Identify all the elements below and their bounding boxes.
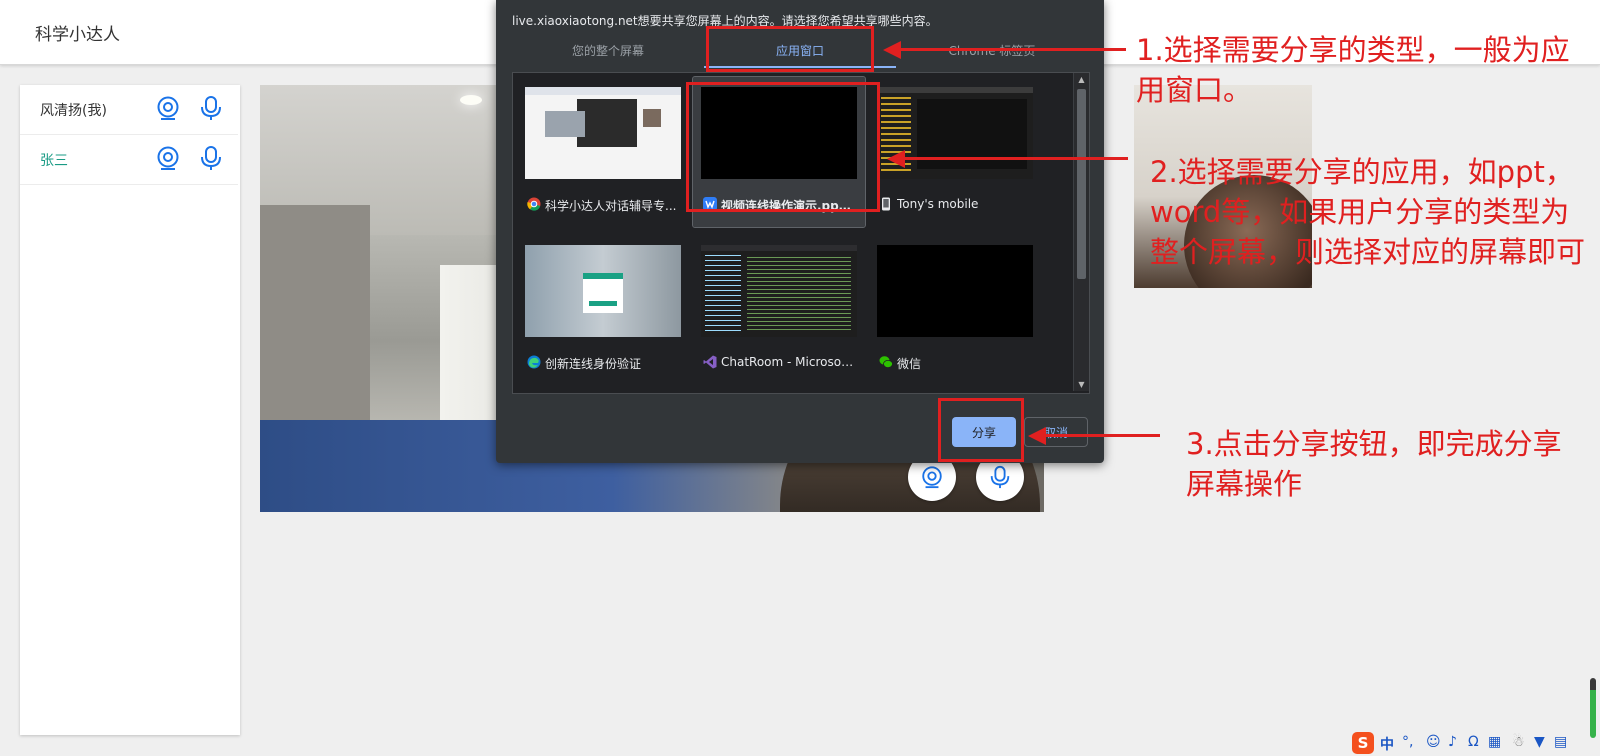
annotation-step2: 2.选择需要分享的应用，如ppt，word等，如果用户分享的类型为整个屏幕，则选… (1150, 155, 1586, 269)
user-icon[interactable]: ☃ (1512, 734, 1525, 750)
tab-chrome-tab[interactable]: Chrome 标签页 (896, 36, 1088, 68)
annotation-step3: 3.点击分享按钮，即完成分享屏幕操作 (1186, 427, 1562, 501)
scroll-up-icon[interactable]: ▲ (1077, 75, 1086, 84)
chrome-icon (527, 197, 541, 211)
arrow-step1 (900, 48, 1126, 51)
microphone-icon (990, 465, 1010, 489)
window-option[interactable]: ChatRoom - Microsoft... (693, 235, 865, 385)
camera-icon (922, 466, 942, 489)
volume-meter (1590, 678, 1596, 738)
window-thumbnail (877, 245, 1033, 337)
visual-studio-icon (703, 355, 717, 369)
participant-row[interactable]: 张三 (20, 135, 238, 185)
window-option[interactable]: 科学小达人对话辅导专... (517, 77, 689, 227)
skin-icon[interactable]: ▼ (1534, 734, 1545, 750)
window-thumbnail (525, 245, 681, 337)
participant-row[interactable]: 风清扬(我) (20, 85, 238, 135)
window-option[interactable]: 创新连线身份验证 (517, 235, 689, 385)
camera-icon[interactable] (155, 145, 181, 171)
participant-name: 风清扬(我) (40, 103, 107, 119)
arrow-step3-head (1028, 427, 1046, 445)
ceiling-light (460, 95, 482, 105)
app-title: 科学小达人 (35, 25, 120, 45)
camera-icon[interactable] (155, 95, 181, 121)
ime-mode-label[interactable]: 中 (1380, 734, 1394, 754)
window-thumbnail (525, 87, 681, 179)
wechat-icon (879, 356, 893, 368)
participant-name: 张三 (40, 153, 68, 169)
window-thumbnail (701, 245, 857, 337)
edge-icon (527, 355, 541, 369)
toolbox-icon[interactable]: ▤ (1554, 734, 1567, 750)
phone-icon (882, 197, 890, 211)
microphone-icon[interactable] (198, 145, 224, 171)
punctuation-icon[interactable]: °, (1402, 734, 1413, 750)
emoji-icon[interactable]: ☺ (1426, 734, 1441, 750)
system-tray: S 中 °, ☺ ♪ Ω ▦ ☃ ▼ ▤ (1350, 730, 1600, 756)
keyboard-icon[interactable]: ▦ (1488, 734, 1501, 750)
highlight-window-box (686, 82, 880, 212)
window-option[interactable]: 微信 (869, 235, 1041, 385)
arrow-step3 (1046, 434, 1160, 437)
scroll-thumb[interactable] (1077, 89, 1086, 279)
window-label: Tony's mobile (897, 197, 979, 211)
annotation-step1: 1.选择需要分享的类型，一般为应用窗口。 (1136, 33, 1570, 107)
highlight-tab-box (706, 26, 874, 72)
voice-icon[interactable]: ♪ (1448, 734, 1457, 750)
window-label: 创新连线身份验证 (545, 357, 642, 371)
window-label: 科学小达人对话辅导专... (545, 199, 677, 213)
arrow-step2-head (887, 150, 905, 168)
headset-icon[interactable]: Ω (1468, 734, 1479, 750)
sogou-ime-icon[interactable]: S (1352, 732, 1374, 754)
microphone-icon[interactable] (198, 95, 224, 121)
window-label: ChatRoom - Microsoft... (721, 355, 855, 369)
window-list-scrollbar[interactable]: ▲ ▼ (1073, 73, 1089, 391)
tab-entire-screen[interactable]: 您的整个屏幕 (512, 36, 704, 68)
highlight-share-box (938, 398, 1024, 462)
scroll-down-icon[interactable]: ▼ (1077, 380, 1086, 389)
window-label: 微信 (897, 357, 922, 371)
participant-list: 风清扬(我) 张三 (20, 85, 240, 735)
arrow-step1-head (883, 41, 901, 59)
arrow-step2 (904, 157, 1128, 160)
